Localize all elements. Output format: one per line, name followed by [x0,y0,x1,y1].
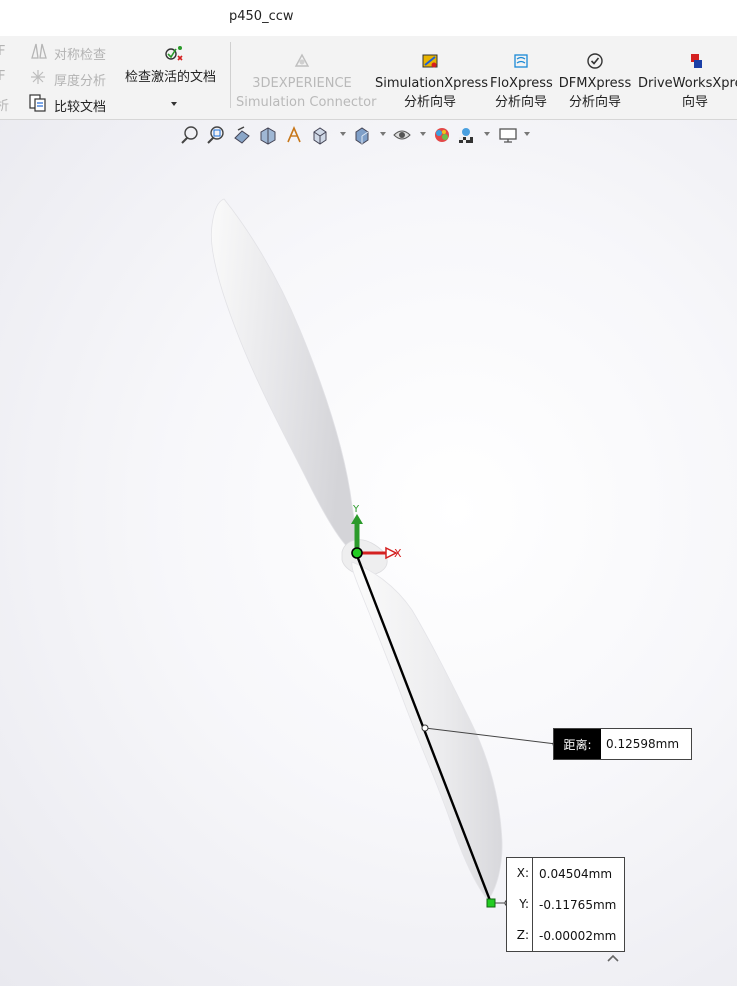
origin-triad: X Y [351,504,402,560]
distance-value: 0.12598mm [606,737,680,751]
x-coordinate-value: 0.04504mm [539,866,613,881]
z-coordinate-row: Z: -0.00002mm [507,920,624,951]
xyz-coordinates-callout: X: 0.04504mm Y: -0.11765mm Z: -0.00002mm [506,857,625,952]
z-coordinate-value: -0.00002mm [539,928,617,943]
distance-label: 距离: [554,729,601,759]
y-coordinate-key: Y: [507,889,533,920]
x-coordinate-key: X: [507,858,533,889]
distance-midpoint-marker [421,724,429,732]
origin-point-marker[interactable] [351,547,363,559]
x-axis-label: X [394,547,402,560]
x-coordinate-row: X: 0.04504mm [507,858,624,889]
distance-callout: 距离: 0.12598mm [553,728,692,760]
y-coordinate-value: -0.11765mm [539,897,617,912]
model-scene: X Y [210,198,560,908]
propeller-blade-lower[interactable] [351,561,503,901]
collapse-chevron-up-icon[interactable] [606,953,620,963]
propeller-blade-upper[interactable] [210,198,357,553]
y-axis-label: Y [352,504,360,515]
z-coordinate-key: Z: [507,920,533,951]
end-point-marker[interactable] [486,898,496,908]
y-coordinate-row: Y: -0.11765mm [507,889,624,920]
